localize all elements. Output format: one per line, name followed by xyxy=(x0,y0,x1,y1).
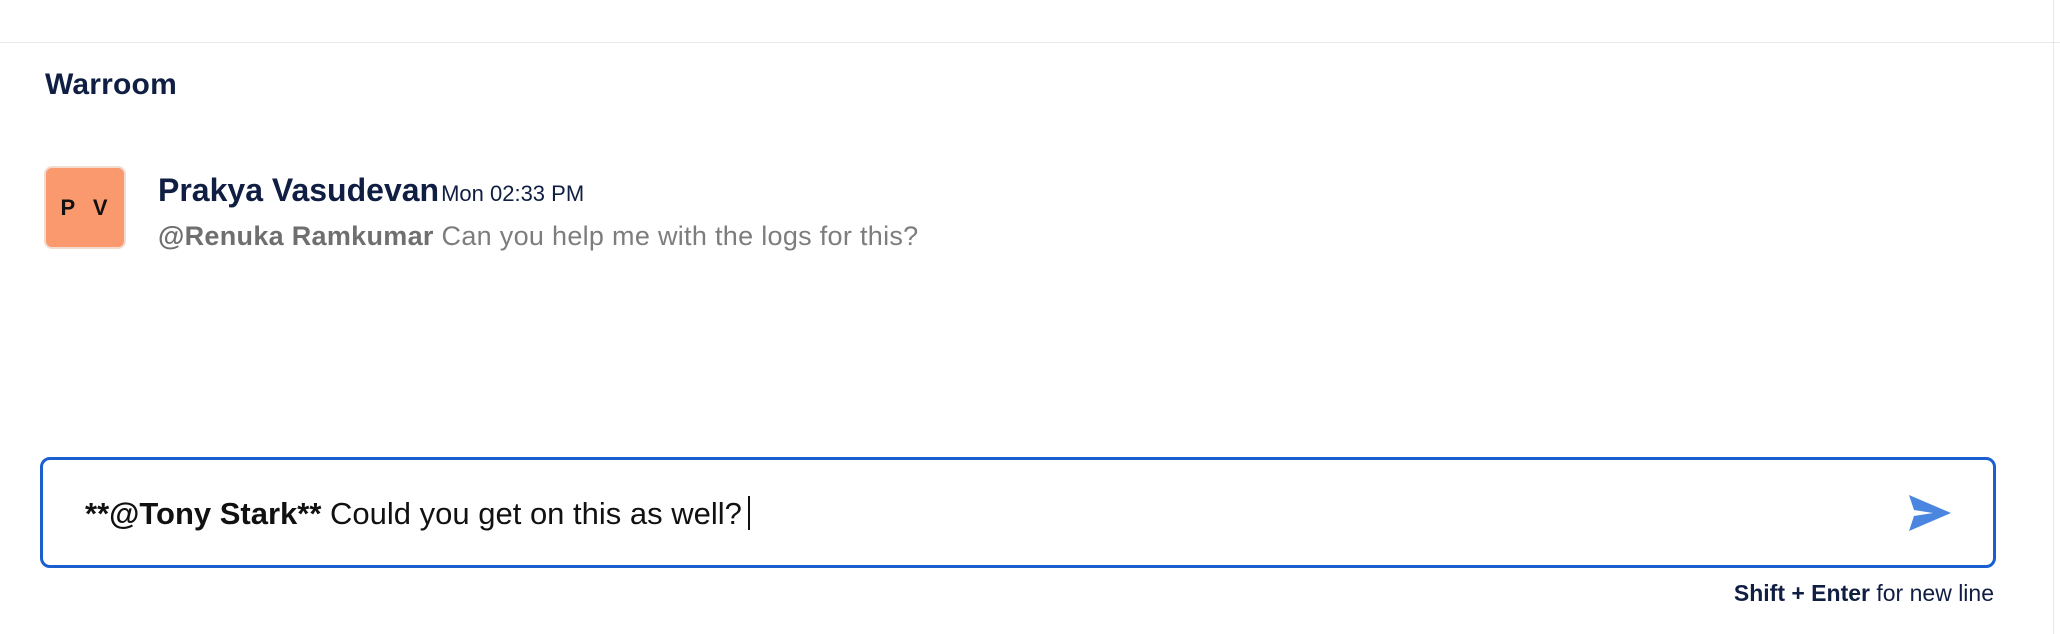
message-mention[interactable]: @Renuka Ramkumar xyxy=(158,221,434,251)
message-timestamp: Mon 02:33 PM xyxy=(441,181,585,206)
composer-input[interactable]: **@Tony Stark** Could you get on this as… xyxy=(85,496,750,532)
message-header: Prakya Vasudevan Mon 02:33 PM xyxy=(158,172,918,209)
top-divider xyxy=(0,42,2060,43)
warroom-panel: Warroom P V Prakya Vasudevan Mon 02:33 P… xyxy=(0,0,2060,634)
composer-text: Could you get on this as well? xyxy=(321,496,742,531)
send-button[interactable] xyxy=(1907,493,1953,533)
send-icon xyxy=(1909,495,1951,531)
message-author: Prakya Vasudevan xyxy=(158,172,440,208)
message-composer[interactable]: **@Tony Stark** Could you get on this as… xyxy=(40,457,1996,568)
composer-markdown-open: ** xyxy=(85,496,110,531)
right-divider xyxy=(2053,0,2054,634)
composer-mention: @Tony Stark xyxy=(109,496,298,531)
message-body: Prakya Vasudevan Mon 02:33 PM @Renuka Ra… xyxy=(158,172,918,252)
hint-key-combo: Shift + Enter xyxy=(1733,580,1870,606)
composer-markdown-close: ** xyxy=(297,496,322,531)
message-item: P V Prakya Vasudevan Mon 02:33 PM @Renuk… xyxy=(44,166,918,252)
panel-title: Warroom xyxy=(45,68,177,101)
newline-hint: Shift + Enter for new line xyxy=(1714,580,1994,607)
text-caret xyxy=(747,496,750,530)
hint-text: for new line xyxy=(1869,580,1994,606)
message-text: @Renuka Ramkumar Can you help me with th… xyxy=(158,221,918,252)
message-content: Can you help me with the logs for this? xyxy=(433,221,919,251)
avatar: P V xyxy=(44,166,126,249)
